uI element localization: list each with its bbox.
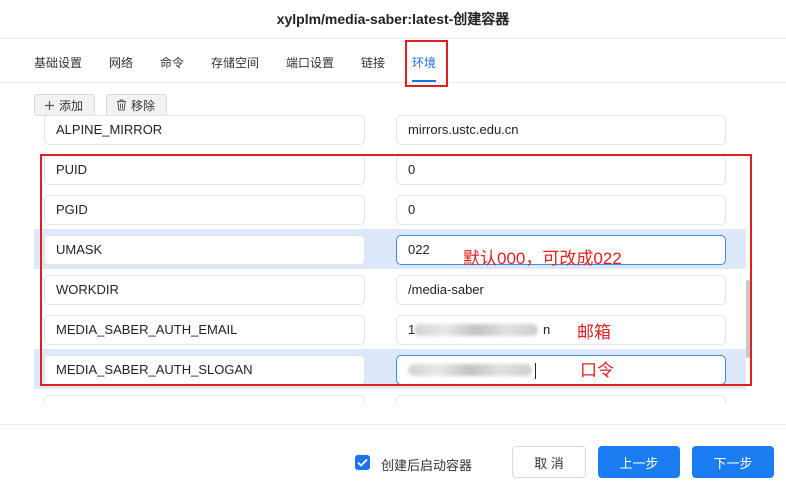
- autostart-checkbox[interactable]: [355, 455, 370, 470]
- tab-command[interactable]: 命令: [160, 54, 184, 71]
- tabs-divider: [0, 82, 786, 83]
- add-button-label: 添加: [59, 98, 84, 113]
- env-key-input-partial[interactable]: [44, 395, 365, 403]
- tab-bar: 基础设置 网络 命令 存储空间 端口设置 链接 环境: [0, 40, 786, 82]
- tab-basic-settings[interactable]: 基础设置: [34, 54, 82, 71]
- plus-icon: [43, 99, 55, 111]
- environment-tab-highlight-box: [405, 40, 448, 87]
- tab-network[interactable]: 网络: [109, 54, 133, 71]
- email-annotation: 邮箱: [577, 323, 611, 342]
- remove-button[interactable]: 移除: [106, 94, 167, 116]
- add-button[interactable]: 添加: [34, 94, 95, 116]
- annotation-highlight-box: [40, 154, 752, 386]
- previous-step-button[interactable]: 上一步: [598, 446, 680, 478]
- remove-button-label: 移除: [131, 98, 156, 113]
- tab-storage[interactable]: 存储空间: [211, 54, 259, 71]
- slogan-annotation: 口令: [580, 361, 614, 380]
- footer-divider: [0, 424, 786, 425]
- tab-ports[interactable]: 端口设置: [286, 54, 334, 71]
- checkmark-icon: [357, 458, 368, 467]
- env-value-input-partial[interactable]: [396, 395, 726, 403]
- autostart-label: 创建后启动容器: [381, 458, 473, 473]
- cancel-button[interactable]: 取 消: [512, 446, 586, 478]
- dialog-title: xylplm/media-saber:latest-创建容器: [276, 11, 510, 27]
- env-key-input[interactable]: ALPINE_MIRROR: [44, 115, 365, 145]
- umask-annotation: 默认000，可改成022: [463, 249, 622, 268]
- header-divider: [0, 38, 786, 39]
- trash-icon: [115, 99, 127, 111]
- next-step-button[interactable]: 下一步: [692, 446, 774, 478]
- tab-links[interactable]: 链接: [361, 54, 385, 71]
- env-value-input[interactable]: mirrors.ustc.edu.cn: [396, 115, 726, 145]
